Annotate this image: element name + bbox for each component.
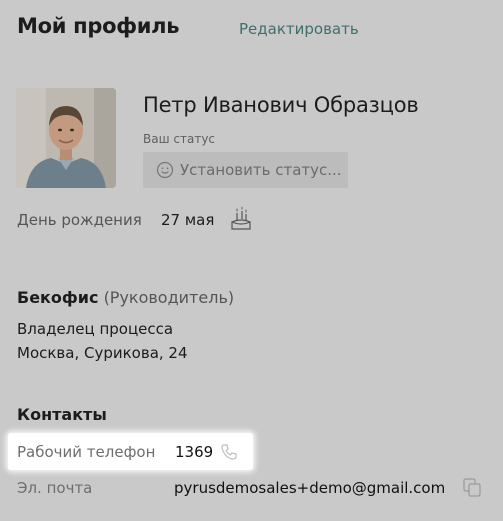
copy-icon[interactable] (461, 476, 483, 498)
department-name: Бекофис (17, 288, 99, 307)
email-label: Эл. почта (17, 479, 93, 497)
avatar (16, 88, 116, 188)
position-title: Владелец процесса (17, 320, 174, 338)
smile-icon (156, 161, 174, 179)
avatar-photo (16, 88, 116, 188)
email-value[interactable]: pyrusdemosales+demo@gmail.com (174, 479, 445, 497)
birthday-label: День рождения (17, 211, 142, 229)
birthday-cake-icon (231, 206, 251, 230)
profile-full-name: Петр Иванович Образцов (143, 93, 419, 117)
status-caption: Ваш статус (143, 132, 216, 146)
department-role: (Руководитель) (103, 288, 235, 307)
set-status-label: Установить статус... (180, 161, 342, 179)
page-title: Мой профиль (17, 14, 180, 38)
office-address: Москва, Сурикова, 24 (17, 344, 188, 362)
edit-profile-link[interactable]: Редактировать (239, 20, 359, 38)
department: Бекофис (Руководитель) (17, 288, 234, 307)
contacts-title: Контакты (17, 405, 107, 424)
work-phone-label: Рабочий телефон (17, 443, 156, 461)
phone-icon[interactable] (219, 442, 239, 462)
work-phone-value[interactable]: 1369 (175, 443, 213, 461)
birthday-value: 27 мая (161, 211, 215, 229)
set-status-button[interactable]: Установить статус... (143, 152, 348, 188)
